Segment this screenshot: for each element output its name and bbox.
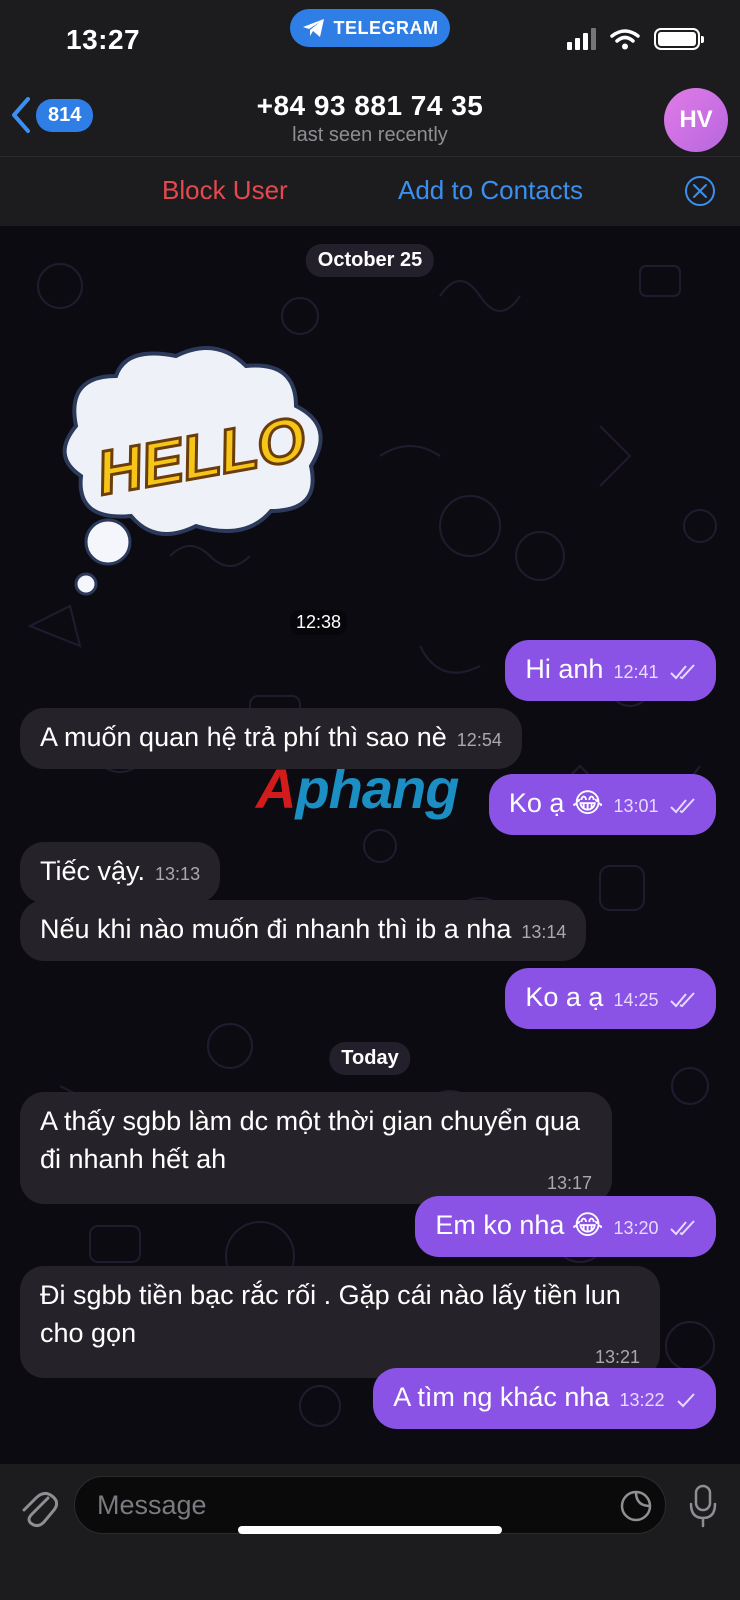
message-text: Em ko nha 😂 [435,1210,604,1240]
message-bubble[interactable]: Ko ạ 😂 13:01 [488,774,716,835]
message-bubble[interactable]: Nếu khi nào muốn đi nhanh thì ib a nha 13… [20,900,587,961]
add-to-contacts-button[interactable]: Add to Contacts [398,175,583,206]
message-bubble[interactable]: A muốn quan hệ trả phí thì sao nè 12:54 [20,708,522,769]
avatar[interactable]: HV [664,88,728,152]
contact-status: last seen recently [292,124,448,146]
double-check-icon [670,992,695,1008]
telegram-pill-label: TELEGRAM [333,17,439,38]
avatar-initials: HV [679,106,713,133]
message-text: Ko a ạ [525,982,604,1012]
message-text: Tiếc vậy. [40,856,146,886]
double-check-icon [670,798,695,814]
chat-header: 814 +84 93 881 74 35 last seen recently … [0,80,740,156]
message-bubble[interactable]: Đi sgbb tiền bạc rắc rối . Gặp cái nào l… [20,1266,660,1378]
message-time: 13:14 [521,922,567,942]
message-time: 13:13 [155,864,201,884]
contact-title[interactable]: +84 93 881 74 35 [0,90,740,122]
status-time: 13:27 [66,24,141,55]
message-text: Ko ạ 😂 [508,788,604,818]
message-bubble[interactable]: A thấy sgbb làm dc một thời gian chuyển … [20,1092,612,1204]
message-bubble[interactable]: Hi anh 12:41 [505,640,716,701]
paper-plane-icon [302,19,324,37]
signal-icon [567,28,596,50]
message-bubble[interactable]: Ko a ạ 14:25 [505,968,716,1029]
single-check-icon [677,1393,695,1408]
close-circle-icon[interactable] [684,175,716,207]
message-time: 12:41 [613,662,659,682]
message-time: 13:17 [546,1173,592,1193]
sticker-icon[interactable] [619,1489,653,1523]
home-indicator[interactable] [238,1526,502,1534]
message-time: 12:54 [456,730,502,750]
double-check-icon [670,664,695,680]
microphone-icon[interactable] [688,1484,718,1528]
message-time: 13:22 [619,1390,665,1410]
double-check-icon [670,1220,695,1236]
hello-sticker[interactable]: HELLO [56,346,336,596]
message-text: Nếu khi nào muốn đi nhanh thì ib a nha [40,914,512,944]
date-separator: October 25 [305,244,435,277]
message-time: 13:21 [594,1347,640,1367]
message-text: Hi anh [525,654,604,684]
message-text: A thấy sgbb làm dc một thời gian chuyển … [40,1106,581,1174]
message-bubble[interactable]: Em ko nha 😂 13:20 [415,1196,716,1257]
message-time: 14:25 [613,990,659,1010]
message-text: A tìm ng khác nha [393,1382,610,1412]
wifi-icon [610,29,640,50]
message-time: 13:20 [613,1218,659,1238]
message-bubble[interactable]: Tiếc vậy. 13:13 [20,842,221,903]
message-bubble[interactable]: A tìm ng khác nha 13:22 [373,1368,716,1429]
chat-area[interactable]: October 25 HELLO 12:38 Aphang Hi anh 12:4… [0,226,740,1464]
message-input[interactable] [75,1477,555,1533]
battery-icon [654,28,704,50]
paperclip-icon[interactable] [18,1484,58,1528]
date-separator: Today [329,1042,411,1075]
block-user-button[interactable]: Block User [162,175,288,206]
action-bar: Block User Add to Contacts [0,156,740,226]
message-time: 13:01 [613,796,659,816]
message-text: Đi sgbb tiền bạc rắc rối . Gặp cái nào l… [40,1280,621,1348]
sticker-time: 12:38 [290,610,348,635]
telegram-pill[interactable]: TELEGRAM [290,9,450,47]
status-bar: 13:27 TELEGRAM [0,0,740,80]
message-text: A muốn quan hệ trả phí thì sao nè [40,722,447,752]
